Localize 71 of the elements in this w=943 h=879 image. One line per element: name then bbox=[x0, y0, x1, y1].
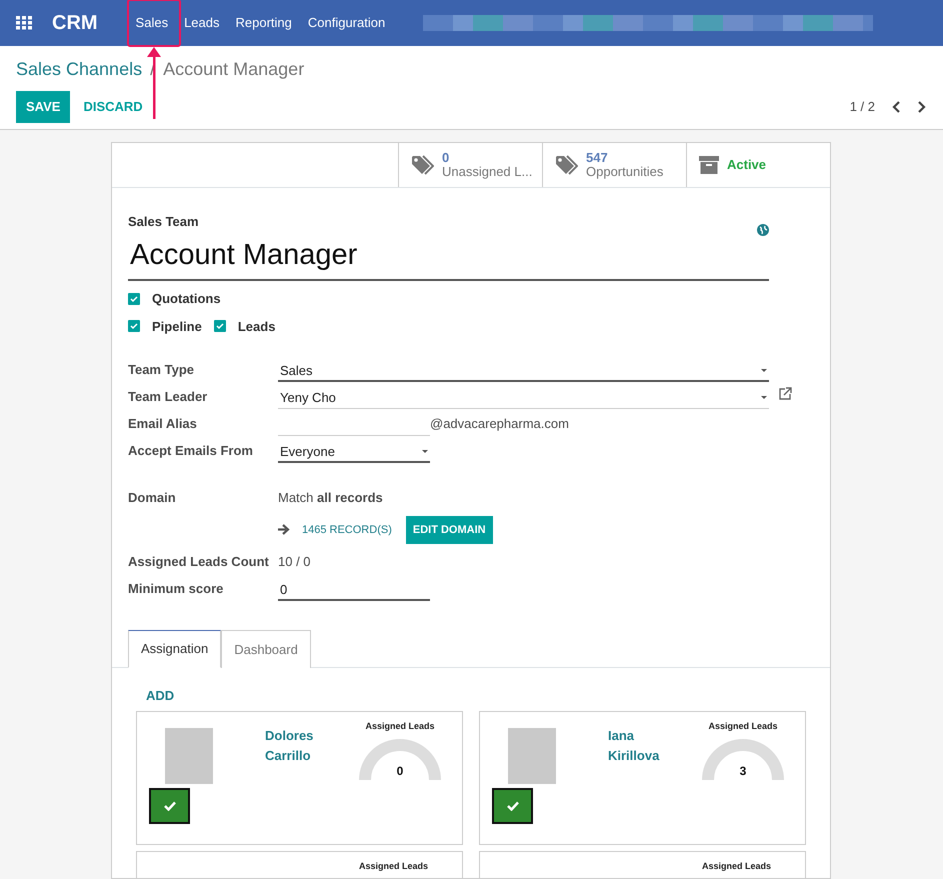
menu-item[interactable]: Leads bbox=[176, 9, 228, 37]
gauge-title: Assigned Leads bbox=[702, 860, 772, 873]
name-label: Sales Team bbox=[128, 213, 199, 231]
caret-icon bbox=[761, 396, 767, 399]
menu-item[interactable]: Reporting bbox=[228, 9, 300, 37]
caret-icon bbox=[422, 450, 428, 452]
checkmark-icon bbox=[130, 322, 138, 330]
tab[interactable]: Assignation bbox=[128, 630, 222, 668]
external-link-icon[interactable] bbox=[779, 387, 792, 400]
active-status: Active bbox=[727, 156, 766, 174]
member-name[interactable]: Iana Kirillova bbox=[608, 726, 678, 766]
tab[interactable]: Dashboard bbox=[221, 630, 311, 668]
caret-icon bbox=[761, 368, 767, 372]
member-card[interactable]: Assigned Leads bbox=[479, 851, 806, 878]
gauge-title: Assigned Leads bbox=[708, 720, 778, 733]
photo-placeholder bbox=[165, 728, 213, 784]
archive-box-icon bbox=[699, 155, 719, 175]
arrow-right-icon bbox=[278, 524, 290, 536]
checkmark-icon bbox=[216, 322, 224, 330]
check-button[interactable] bbox=[492, 788, 533, 824]
stat-value: 0 bbox=[442, 150, 450, 165]
records-link[interactable]: 1465 RECORD(S) bbox=[302, 522, 392, 538]
save-button[interactable]: SAVE bbox=[16, 91, 70, 122]
add-link[interactable]: ADD bbox=[146, 686, 174, 705]
gauge-title: Assigned Leads bbox=[359, 860, 428, 873]
field-label: Accept Emails From bbox=[128, 442, 254, 460]
stat-value: 547 bbox=[586, 150, 609, 165]
menu-item[interactable]: Sales bbox=[128, 9, 176, 37]
tags-icon bbox=[555, 155, 578, 175]
field-value: 10 / 0 bbox=[278, 553, 311, 571]
member-card[interactable]: Assigned Leads bbox=[136, 851, 463, 878]
field-label: Team Leader bbox=[128, 388, 208, 406]
edit-domain-button[interactable]: EDIT DOMAIN bbox=[406, 516, 493, 544]
stat-label: Unassigned L... bbox=[442, 165, 532, 180]
stat-label: Opportunities bbox=[586, 165, 664, 180]
discard-button[interactable]: DISCARD bbox=[70, 91, 156, 122]
check-icon bbox=[164, 801, 176, 811]
checkbox-label: Pipeline bbox=[152, 318, 202, 336]
app-name: CRM bbox=[52, 11, 98, 36]
photo-placeholder bbox=[508, 728, 556, 784]
checkmark-icon bbox=[130, 294, 138, 303]
checkbox-label: Quotations bbox=[152, 290, 221, 308]
checkbox-label: Leads bbox=[238, 318, 276, 336]
next-icon[interactable] bbox=[917, 100, 927, 113]
breadcrumb-link[interactable]: Sales Channels bbox=[16, 56, 142, 83]
field-label: Assigned Leads Count bbox=[128, 553, 270, 571]
pager-text: 1 / 2 bbox=[850, 98, 875, 116]
apps-menu-icon[interactable] bbox=[16, 16, 32, 30]
alias-domain: @advacarepharma.com bbox=[430, 415, 569, 433]
member-name[interactable]: Dolores Carrillo bbox=[265, 726, 335, 766]
field-label: Minimum score bbox=[128, 580, 224, 598]
domain-summary: Match all records bbox=[278, 489, 384, 507]
field-label: Email Alias bbox=[128, 415, 198, 433]
tags-icon bbox=[411, 155, 434, 175]
menu-item[interactable]: Configuration bbox=[300, 9, 394, 37]
checkbox[interactable] bbox=[128, 320, 140, 332]
breadcrumb-current: Account Manager bbox=[163, 58, 304, 81]
previous-icon[interactable] bbox=[891, 100, 901, 113]
member-card[interactable]: Iana Kirillova Assigned Leads 3 bbox=[479, 711, 806, 845]
checkbox[interactable] bbox=[128, 292, 140, 305]
gauge-title: Assigned Leads bbox=[365, 720, 435, 733]
check-button[interactable] bbox=[149, 788, 190, 824]
check-icon bbox=[506, 801, 518, 811]
member-card[interactable]: Dolores Carrillo Assigned Leads 0 bbox=[136, 711, 463, 845]
globe-icon[interactable] bbox=[757, 224, 769, 236]
field-label: Team Type bbox=[128, 361, 195, 379]
field-label: Domain bbox=[128, 489, 177, 507]
gauge-value: 0 bbox=[396, 762, 404, 780]
checkbox[interactable] bbox=[214, 320, 226, 332]
gauge-value: 3 bbox=[738, 762, 748, 780]
name-field[interactable]: Account Manager bbox=[128, 232, 769, 281]
